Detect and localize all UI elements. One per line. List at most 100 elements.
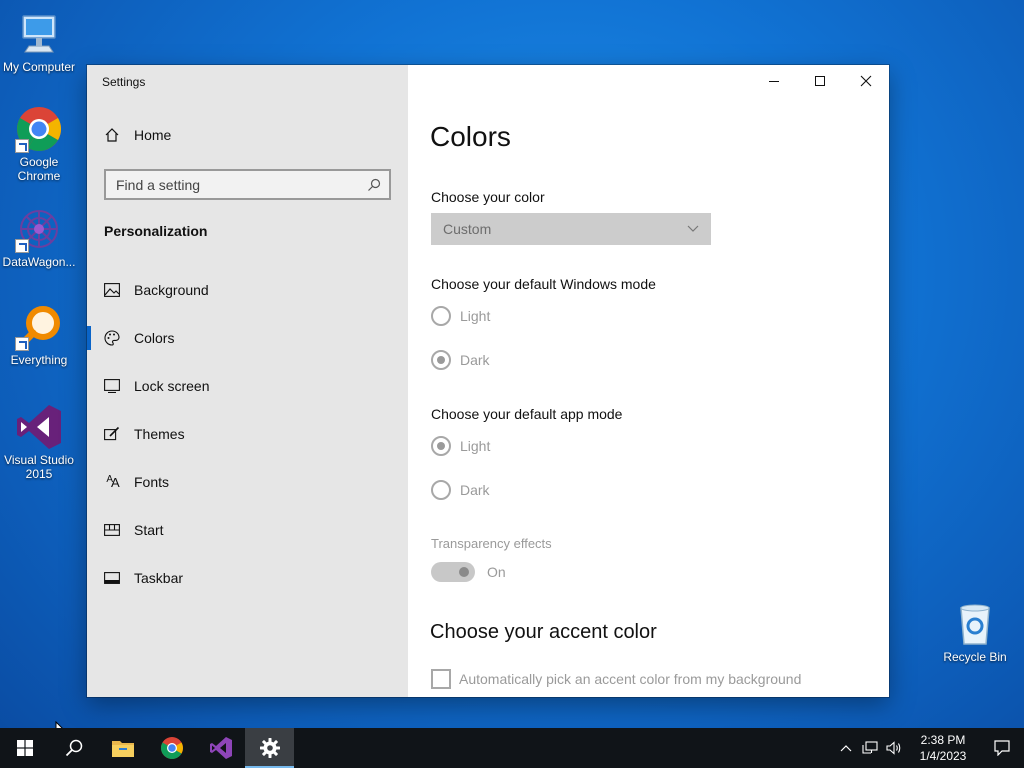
- auto-accent-checkbox[interactable]: Automatically pick an accent color from …: [431, 669, 801, 689]
- taskbar-icon: [104, 570, 120, 586]
- chevron-up-icon: [840, 745, 852, 752]
- system-tray: 2:38 PM 1/4/2023: [834, 728, 1024, 768]
- nav-item-lock-screen[interactable]: Lock screen: [87, 362, 408, 410]
- radio-label: Dark: [460, 352, 490, 368]
- nav-list: Background Colors Lock screen Themes A A…: [87, 266, 408, 602]
- nav-item-label: Background: [134, 282, 209, 298]
- desktop-icon-my-computer[interactable]: My Computer: [0, 10, 78, 74]
- nav-item-taskbar[interactable]: Taskbar: [87, 554, 408, 602]
- taskbar-chrome[interactable]: [147, 728, 196, 768]
- lock-screen-icon: [104, 378, 120, 394]
- tray-volume[interactable]: [882, 728, 906, 768]
- radio-label: Dark: [460, 482, 490, 498]
- taskbar-visual-studio[interactable]: [196, 728, 245, 768]
- clock-date: 1/4/2023: [919, 749, 967, 763]
- nav-item-label: Colors: [134, 330, 175, 346]
- toggle-state: On: [487, 564, 506, 580]
- radio-circle: [431, 306, 451, 326]
- accent-color-heading: Choose your accent color: [430, 621, 657, 643]
- start-button[interactable]: [0, 728, 49, 768]
- desktop-icon-label: DataWagon...: [2, 255, 76, 269]
- radio-label: Light: [460, 308, 491, 324]
- shortcut-arrow-icon: [15, 139, 29, 153]
- chevron-down-icon: [687, 225, 699, 232]
- desktop-icon-label: Visual Studio 2015: [4, 453, 74, 481]
- tray-network[interactable]: [858, 728, 882, 768]
- shortcut-arrow-icon: [15, 337, 29, 351]
- desktop-icon-google-chrome[interactable]: Google Chrome: [0, 105, 78, 183]
- computer-icon: [15, 10, 63, 58]
- taskbar-settings[interactable]: [245, 728, 294, 768]
- choose-color-label: Choose your color: [431, 189, 545, 205]
- windows-mode-light-radio[interactable]: Light: [431, 306, 490, 326]
- choose-color-dropdown[interactable]: Custom: [431, 213, 711, 245]
- search-placeholder: Find a setting: [116, 176, 201, 193]
- settings-gear-icon: [259, 738, 280, 758]
- nav-item-themes[interactable]: Themes: [87, 410, 408, 458]
- search-icon: [368, 178, 381, 191]
- windows-logo-icon: [16, 740, 33, 756]
- app-mode-dark-radio[interactable]: Dark: [431, 480, 490, 500]
- nav-item-background[interactable]: Background: [87, 266, 408, 314]
- nav-item-label: Fonts: [134, 474, 170, 490]
- desktop-icon-label: Recycle Bin: [943, 650, 1007, 664]
- page-title: Colors: [430, 121, 511, 152]
- transparency-toggle[interactable]: On: [431, 562, 506, 582]
- chrome-icon: [160, 737, 183, 759]
- desktop-icon-label: My Computer: [2, 60, 76, 74]
- radio-label: Light: [460, 438, 491, 454]
- windows-mode-dark-radio[interactable]: Dark: [431, 350, 490, 370]
- everything-search-icon: [15, 303, 63, 351]
- checkbox-box: [431, 669, 451, 689]
- taskbar-clock[interactable]: 2:38 PM 1/4/2023: [906, 732, 980, 764]
- nav-home-label: Home: [134, 127, 172, 143]
- nav-item-colors[interactable]: Colors: [87, 314, 408, 362]
- taskbar: 2:38 PM 1/4/2023: [0, 728, 1024, 768]
- taskbar-search-button[interactable]: [49, 728, 98, 768]
- radio-circle-selected: [431, 436, 451, 456]
- fonts-icon: AA: [106, 473, 119, 490]
- nav-item-label: Themes: [134, 426, 185, 442]
- nav-section-personalization: Personalization: [104, 223, 208, 239]
- toggle-track: [431, 562, 475, 582]
- visual-studio-icon: [209, 737, 232, 759]
- dropdown-value: Custom: [443, 221, 492, 237]
- notification-icon: [994, 740, 1010, 756]
- nav-item-label: Lock screen: [134, 378, 210, 394]
- desktop-icon-label: Everything: [10, 353, 68, 367]
- action-center-button[interactable]: [980, 728, 1024, 768]
- shortcut-arrow-icon: [15, 239, 29, 253]
- nav-item-label: Taskbar: [134, 570, 184, 586]
- themes-brush-icon: [104, 426, 120, 442]
- picture-icon: [104, 282, 120, 298]
- tray-overflow-button[interactable]: [834, 728, 858, 768]
- chrome-icon: [15, 105, 63, 153]
- find-setting-search[interactable]: Find a setting: [104, 169, 391, 200]
- checkbox-label: Automatically pick an accent color from …: [459, 671, 802, 687]
- radio-circle: [431, 480, 451, 500]
- nav-item-label: Start: [134, 522, 164, 538]
- desktop-icon-visual-studio[interactable]: Visual Studio 2015: [0, 403, 78, 481]
- desktop-icon-recycle-bin[interactable]: Recycle Bin: [936, 600, 1014, 664]
- window-title: Settings: [102, 75, 146, 89]
- desktop-icon-everything[interactable]: Everything: [0, 303, 78, 367]
- start-icon: [104, 522, 120, 538]
- datawagon-icon: [15, 205, 63, 253]
- settings-window: Settings Home Find a setting Personaliza…: [87, 65, 889, 697]
- recycle-bin-icon: [951, 600, 999, 648]
- nav-item-start[interactable]: Start: [87, 506, 408, 554]
- network-icon: [862, 741, 878, 754]
- radio-circle-selected: [431, 350, 451, 370]
- clock-time: 2:38 PM: [920, 733, 966, 747]
- transparency-label: Transparency effects: [431, 536, 552, 551]
- nav-item-fonts[interactable]: AA Fonts: [87, 458, 408, 506]
- nav-home[interactable]: Home: [104, 127, 171, 143]
- home-icon: [105, 128, 119, 142]
- app-mode-light-radio[interactable]: Light: [431, 436, 490, 456]
- desktop-icon-label: Google Chrome: [17, 155, 61, 183]
- desktop-icon-datawagon[interactable]: DataWagon...: [0, 205, 78, 269]
- taskbar-file-explorer[interactable]: [98, 728, 147, 768]
- palette-icon: [104, 330, 120, 346]
- volume-icon: [886, 741, 901, 755]
- app-mode-label: Choose your default app mode: [431, 406, 623, 422]
